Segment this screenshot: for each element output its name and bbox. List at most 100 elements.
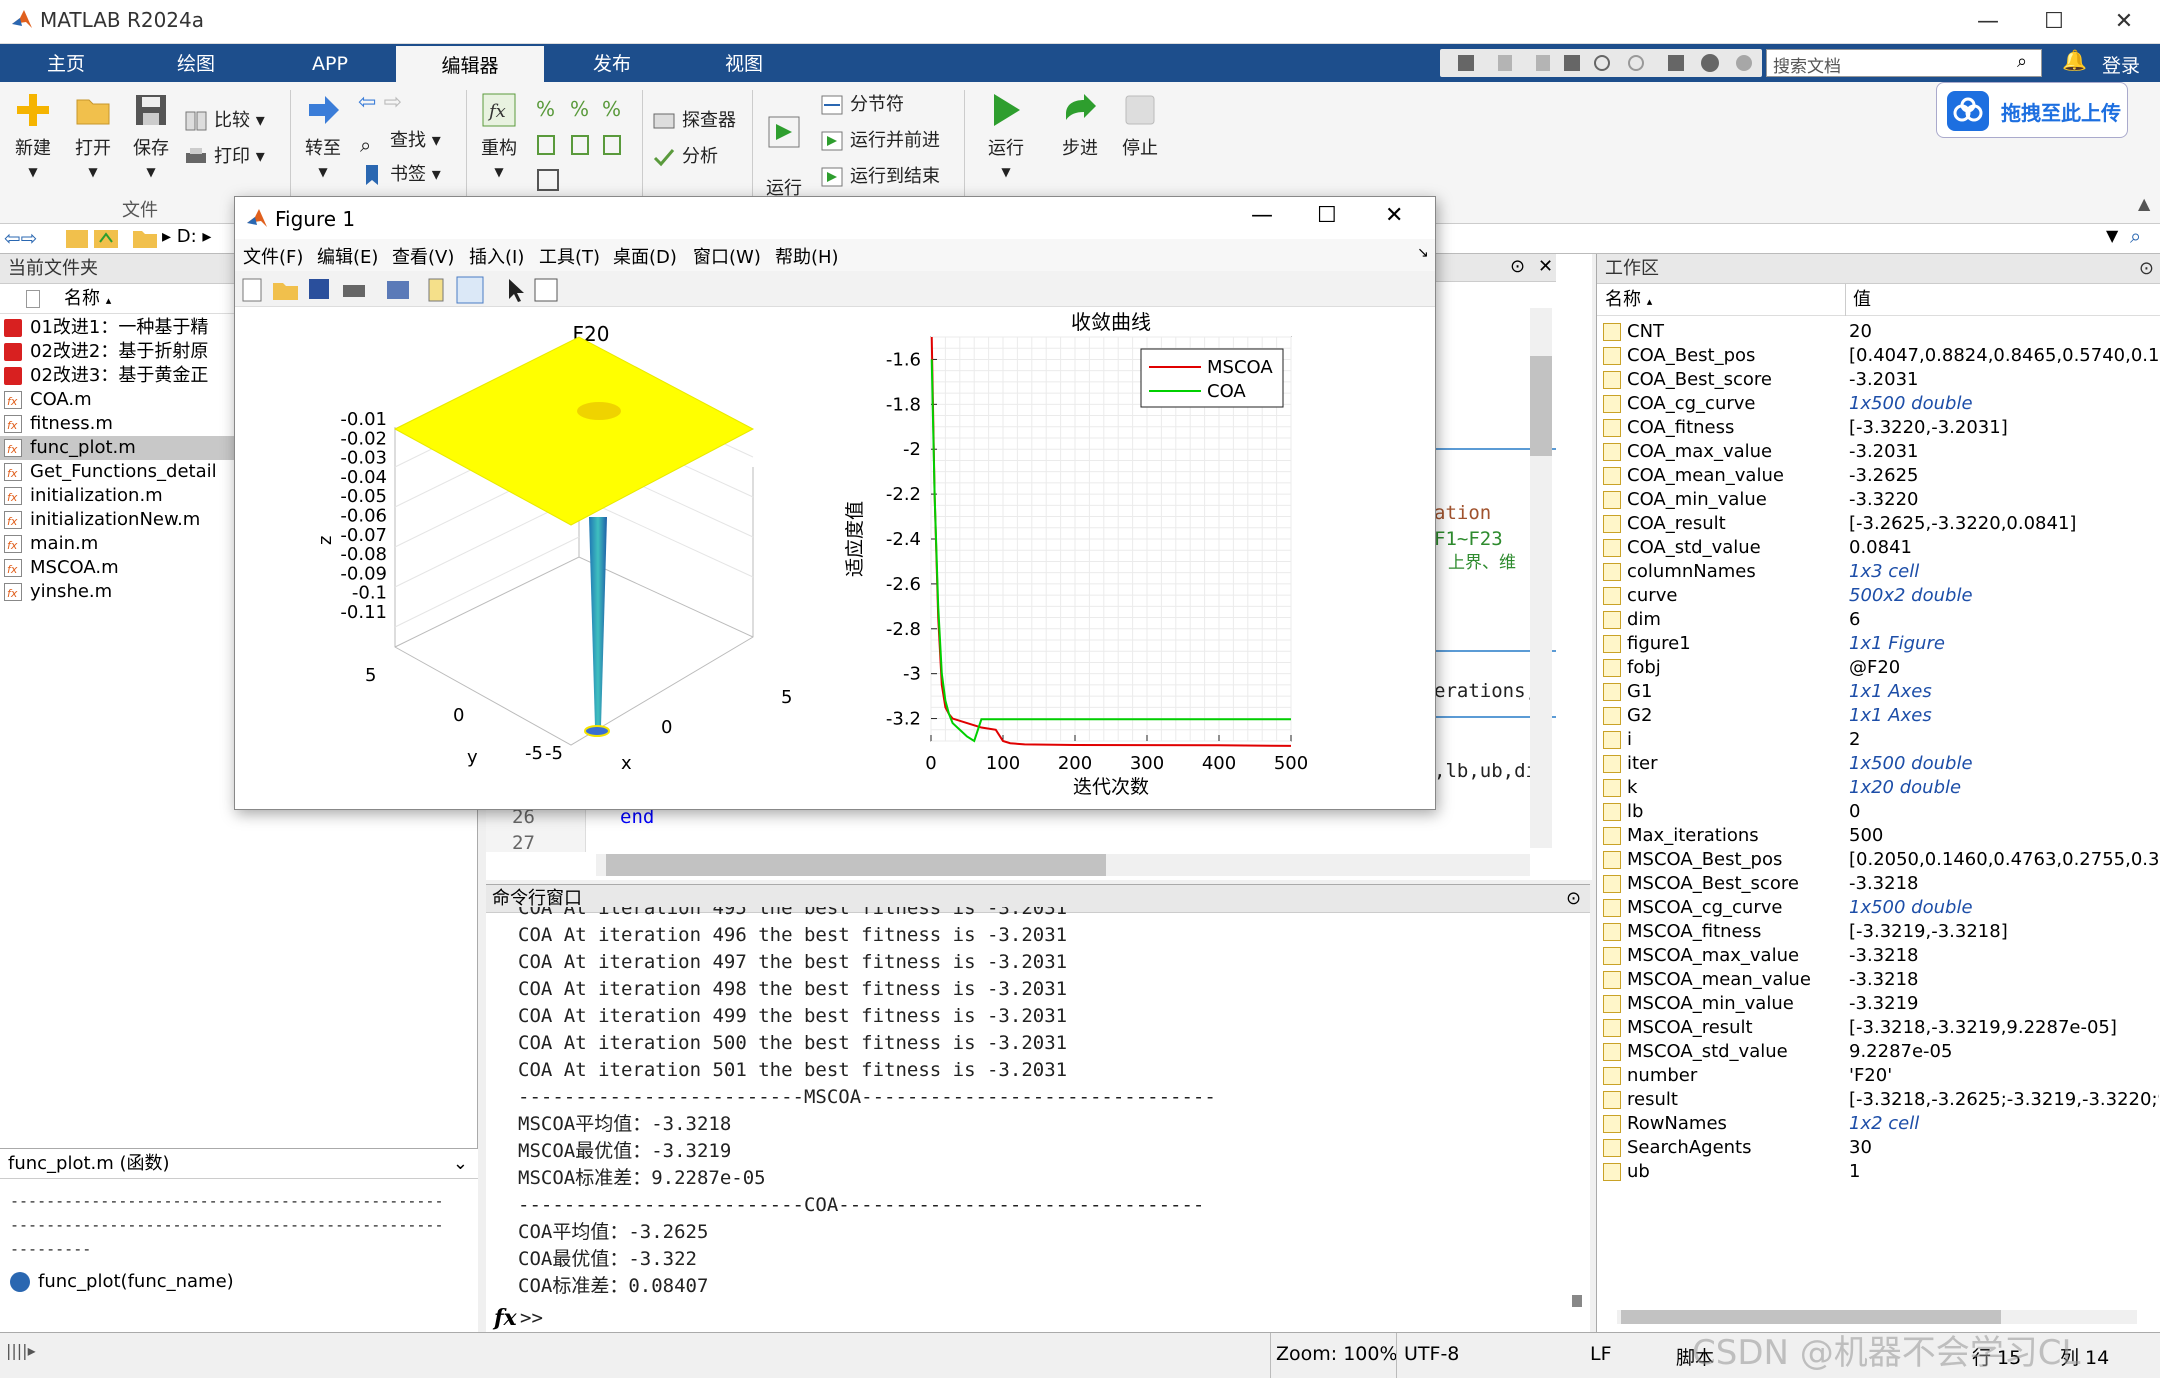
workspace-variable[interactable]: G1 1x1 Axes [1597,680,2160,704]
menu-insert[interactable]: 插入(I) [469,243,524,269]
code-fragment[interactable]: ,lb,ub,di [1434,758,1537,785]
workspace-variable[interactable]: COA_max_value -3.2031 [1597,440,2160,464]
address-dropdown-icon[interactable]: ▼ [2106,226,2118,245]
workspace-variable[interactable]: MSCOA_fitness [-3.3219,-3.3218] [1597,920,2160,944]
workspace-variable[interactable]: MSCOA_cg_curve 1x500 double [1597,896,2160,920]
run-button[interactable]: 运行 ▼ [978,92,1034,181]
address-path[interactable]: ▸ D: ▸ [162,226,211,247]
minimize-button[interactable]: — [1958,4,2018,40]
menu-window[interactable]: 窗口(W) [693,243,761,269]
workspace-variable[interactable]: MSCOA_Best_score -3.3218 [1597,872,2160,896]
section-break-button[interactable]: 分节符 [820,90,904,120]
menu-edit[interactable]: 编辑(E) [317,243,378,269]
scroll-mark[interactable] [1572,1295,1582,1307]
analyze-button[interactable]: 分析 [652,142,718,172]
search-folder-icon[interactable]: ⌕ [2130,224,2141,248]
login-link[interactable]: 登录 [2102,51,2140,78]
workspace-variable[interactable]: MSCOA_result [-3.3218,-3.3219,9.2287e-05] [1597,1016,2160,1040]
upload-button[interactable]: 拖拽至此上传 [1936,82,2128,138]
profiler-button[interactable]: 探查器 [652,106,736,136]
workspace-variable[interactable]: i2 [1597,728,2160,752]
maximize-button[interactable]: ☐ [2024,4,2084,40]
workspace-variable[interactable]: MSCOA_max_value -3.3218 [1597,944,2160,968]
refactor-button[interactable]: fx 重构 ▼ [472,92,526,181]
search-input[interactable]: 搜索文档 ⌕ [1766,49,2042,77]
compare-button[interactable]: 比较 ▾ [184,106,265,136]
step-button[interactable]: 步进 [1052,92,1108,160]
figure-minimize-button[interactable]: — [1251,203,1273,228]
workspace-variable[interactable]: COA_std_value 0.0841 [1597,536,2160,560]
goto-button[interactable]: 转至 ▼ [298,92,348,181]
command-prompt[interactable]: >> [520,1305,543,1332]
workspace-variable[interactable]: iter 1x500 double [1597,752,2160,776]
workspace-col-value[interactable]: 值 [1853,284,1871,316]
surface-plot[interactable]: F20 -0.01-0.02-0.03-0.04-0.05-0.06-0.07-… [235,307,835,807]
workspace-variable[interactable]: k 1x20 double [1597,776,2160,800]
close-button[interactable]: ✕ [2094,4,2154,40]
folder-up-icon[interactable] [64,226,124,250]
workspace-variable[interactable]: Max_iterations 500 [1597,824,2160,848]
figure-maximize-button[interactable]: ☐ [1317,203,1337,228]
options-icon[interactable]: ⊙ [1566,885,1581,913]
find-button[interactable]: ⌕ 查找 ▾ [360,126,441,157]
file-details-title[interactable]: func_plot.m (函数) ⌄ [0,1149,478,1179]
workspace-variable[interactable]: MSCOA_std_value 9.2287e-05 [1597,1040,2160,1064]
bookmark-button[interactable]: 书签 ▾ [360,160,441,190]
collapse-ribbon-icon[interactable]: ▲ [2138,194,2150,213]
workspace-variable[interactable]: ub 1 [1597,1160,2160,1184]
convergence-chart[interactable]: 0 100 200 300 400 500 -1.6 -1.8 -2 -2.2 -2.4 -2.6 -2… [835,307,1435,807]
nav-back-forward-icon[interactable]: ⇦⇨ [4,226,38,250]
workspace-hscrollbar[interactable] [1617,1310,2137,1324]
code-fragment[interactable]: ation [1434,500,1491,527]
workspace-variable[interactable]: CNT 20 [1597,320,2160,344]
menu-tools[interactable]: 工具(T) [539,243,600,269]
workspace-variable[interactable]: result [-3.3218,-3.2625;-3.3219,-3.3220;9… [1597,1088,2160,1112]
editor-hscrollbar[interactable] [596,854,1530,876]
workspace-variable[interactable]: MSCOA_min_value -3.3219 [1597,992,2160,1016]
workspace-variable[interactable]: COA_result [-3.2625,-3.3220,0.0841] [1597,512,2160,536]
quick-access-toolbar[interactable] [1440,49,1762,77]
workspace-variable[interactable]: fobj @F20 [1597,656,2160,680]
workspace-variable[interactable]: COA_fitness [-3.3220,-3.2031] [1597,416,2160,440]
tab-view[interactable]: 视图 [692,44,796,82]
workspace-variable[interactable]: COA_Best_score -3.2031 [1597,368,2160,392]
quick-access-icon[interactable] [1440,49,1762,77]
function-signature[interactable]: func_plot(func_name) [0,1271,478,1292]
menu-file[interactable]: 文件(F) [243,243,303,269]
workspace-variable[interactable]: COA_min_value -3.3220 [1597,488,2160,512]
tab-home[interactable]: 主页 [14,44,118,82]
workspace-variable[interactable]: figure1 1x1 Figure [1597,632,2160,656]
workspace-variable[interactable]: number 'F20' [1597,1064,2160,1088]
save-button[interactable]: 保存 ▼ [126,92,176,181]
dock-arrow-icon[interactable]: ↘ [1417,245,1429,261]
search-icon[interactable]: ⌕ [2017,51,2027,72]
tab-publish[interactable]: 发布 [560,44,664,82]
print-button[interactable]: 打印 ▾ [184,142,265,172]
close-icon[interactable]: ✕ [1538,256,1553,277]
workspace-variable[interactable]: lb 0 [1597,800,2160,824]
figure-close-button[interactable]: ✕ [1385,203,1403,228]
tab-plots[interactable]: 绘图 [144,44,248,82]
figure-toolbar-icons[interactable] [235,271,575,307]
workspace-variable[interactable]: COA_mean_value -3.2625 [1597,464,2160,488]
run-to-end-button[interactable]: 运行到结束 [820,162,940,192]
workspace-variable[interactable]: MSCOA_mean_value -3.3218 [1597,968,2160,992]
code-fragment[interactable]: erations, [1434,678,1537,705]
options-icon[interactable]: ⊙ [2139,254,2154,284]
tab-apps[interactable]: APP [278,44,382,82]
fx-icon[interactable]: fx [494,1305,517,1331]
workspace-variable[interactable]: curve 500x2 double [1597,584,2160,608]
workspace-col-name[interactable]: 名称 ▴ [1605,284,1652,318]
workspace-variable[interactable]: SearchAgents 30 [1597,1136,2160,1160]
stop-button[interactable]: 停止 [1112,92,1168,160]
run-advance-button[interactable]: 运行并前进 [820,126,940,156]
workspace-variable[interactable]: RowNames 1x2 cell [1597,1112,2160,1136]
workspace-variable[interactable]: G2 1x1 Axes [1597,704,2160,728]
menu-view[interactable]: 查看(V) [392,243,454,269]
menu-desktop[interactable]: 桌面(D) [613,243,677,269]
workspace-variable[interactable]: COA_Best_pos [0.4047,0.8824,0.8465,0.5740… [1597,344,2160,368]
open-button[interactable]: 打开 ▼ [68,92,118,181]
code-fragment[interactable]: F1~F23 [1434,526,1503,553]
command-output[interactable]: COA At iteration 495 the best fitness is… [518,907,1558,1297]
browse-folder-icon[interactable] [132,226,158,250]
